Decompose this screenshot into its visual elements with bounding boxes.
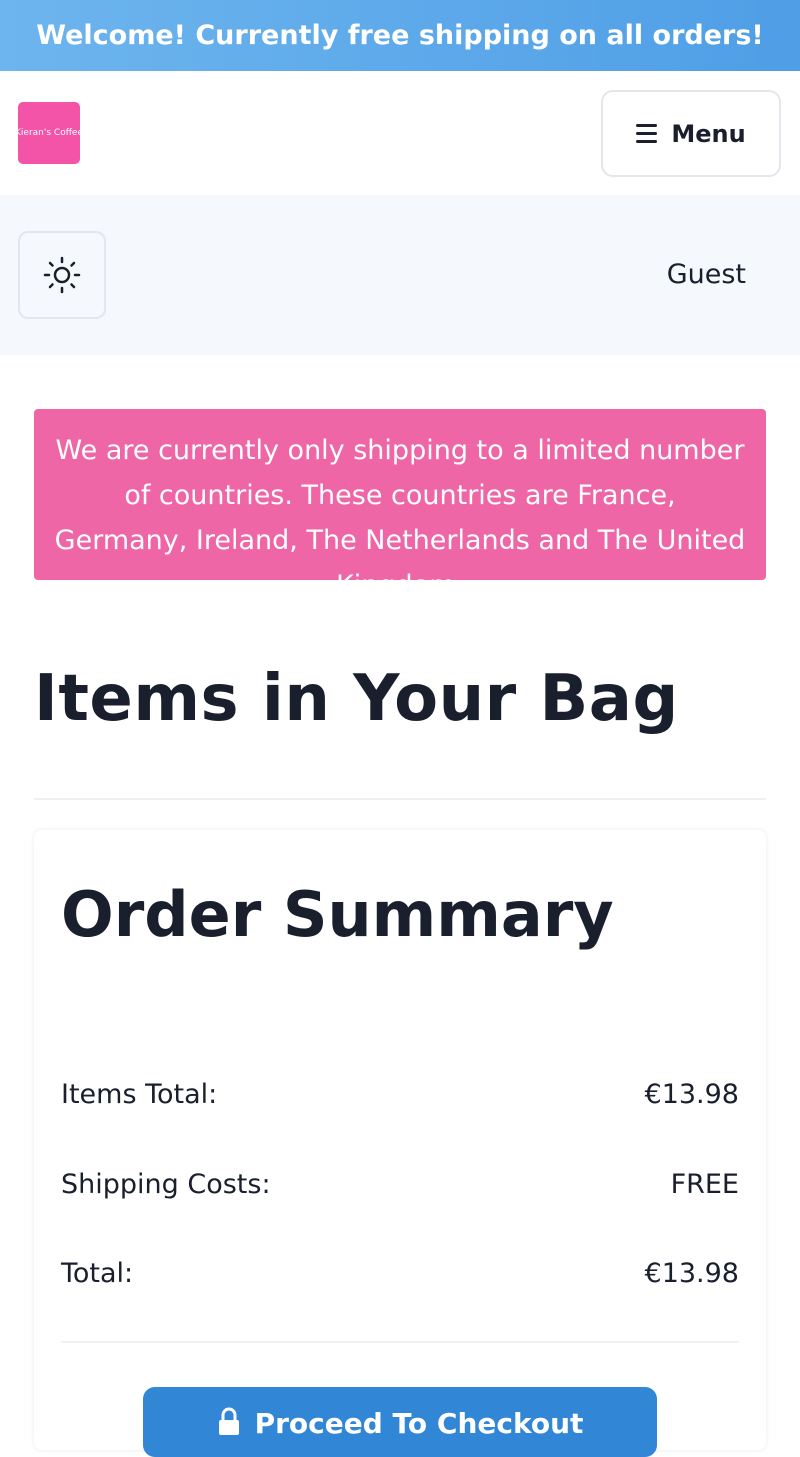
shipping-notice: We are currently only shipping to a limi… [34,409,766,601]
shipping-costs-value: FREE [670,1169,739,1200]
total-value: €13.98 [644,1258,739,1289]
total-label: Total: [61,1258,134,1289]
hamburger-icon [636,124,658,143]
theme-toggle-button[interactable] [18,231,106,319]
shipping-notice-text: We are currently only shipping to a limi… [54,435,746,601]
divider [34,798,766,800]
user-label[interactable]: Guest [667,259,746,290]
items-total-value: €13.98 [644,1079,739,1110]
order-summary-title: Order Summary [61,878,614,951]
menu-button[interactable]: Menu [601,90,781,177]
site-header: Kieran's Coffee Menu [0,71,800,195]
checkout-button-label: Proceed To Checkout [254,1407,584,1440]
order-summary-card: Order Summary Items Total: €13.98 Shippi… [34,830,766,1457]
divider [61,1341,739,1343]
promo-banner: Welcome! Currently free shipping on all … [0,0,800,71]
items-total-label: Items Total: [61,1079,218,1110]
site-logo[interactable]: Kieran's Coffee [18,102,80,164]
logo-text: Kieran's Coffee [18,128,80,138]
shipping-costs-label: Shipping Costs: [61,1169,271,1200]
promo-banner-text: Welcome! Currently free shipping on all … [36,20,764,51]
lock-icon [218,1407,239,1435]
user-bar: Guest [0,195,800,355]
proceed-to-checkout-button[interactable]: Proceed To Checkout [143,1387,657,1457]
menu-button-label: Menu [671,119,746,148]
page-title: Items in Your Bag [34,662,679,736]
sun-icon [43,256,81,294]
